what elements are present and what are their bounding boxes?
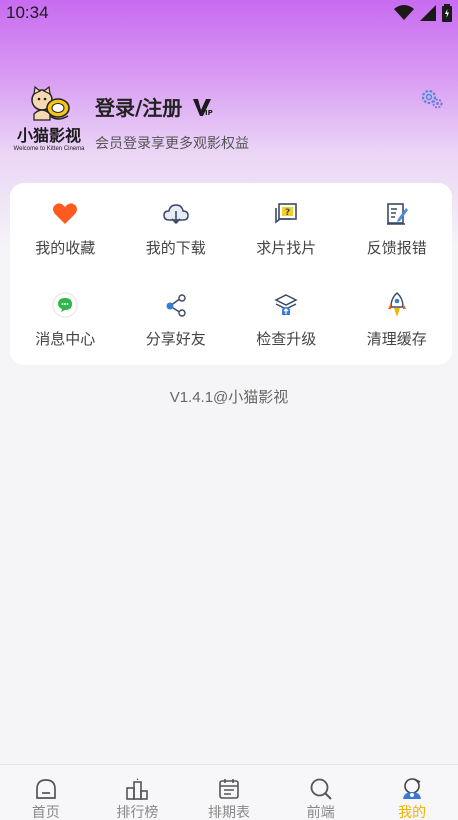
- cloud-download-icon: [162, 204, 189, 225]
- upgrade-icon: [274, 294, 298, 315]
- svg-text:IP: IP: [205, 109, 213, 117]
- settings-gear-icon[interactable]: [420, 88, 444, 110]
- tab-label: 前端: [306, 805, 335, 820]
- menu-item-request-movie[interactable]: ? 求片找片: [231, 183, 342, 274]
- menu-item-label: 我的收藏: [35, 239, 96, 257]
- menu-item-downloads[interactable]: 我的下载: [121, 183, 232, 274]
- tab-label: 首页: [31, 805, 60, 820]
- menu-item-favorites[interactable]: 我的收藏: [10, 183, 121, 274]
- menu-item-label: 反馈报错: [366, 239, 427, 257]
- heart-icon: [53, 203, 78, 224]
- share-icon: [166, 294, 186, 317]
- profile-icon: [403, 778, 422, 799]
- ranking-icon: [126, 778, 149, 800]
- menu-item-share[interactable]: 分享好友: [121, 274, 232, 365]
- battery-icon: [442, 4, 452, 22]
- svg-text:?: ?: [285, 208, 290, 218]
- menu-item-feedback[interactable]: 反馈报错: [342, 183, 453, 274]
- tab-home[interactable]: 首页: [0, 765, 92, 820]
- signal-icon: [420, 5, 436, 21]
- message-bubble-icon: [52, 292, 78, 318]
- user-profile[interactable]: 小猫影视 Welcome to Kitten Cinema 登录/注册 IP 会…: [14, 86, 249, 153]
- cat-mascot-icon: [31, 86, 70, 121]
- vip-icon: IP: [193, 98, 213, 117]
- tab-mine[interactable]: 我的: [366, 765, 458, 820]
- wifi-icon: [394, 5, 414, 20]
- app-logo: 小猫影视 Welcome to Kitten Cinema: [14, 86, 84, 152]
- menu-item-messages[interactable]: 消息中心: [10, 274, 121, 365]
- menu-item-clear-cache[interactable]: 清理缓存: [342, 274, 453, 365]
- menu-item-label: 我的下载: [145, 239, 206, 257]
- login-register-link[interactable]: 登录/注册: [95, 92, 182, 121]
- feedback-edit-icon: [386, 203, 408, 225]
- status-time: 10:34: [6, 3, 49, 22]
- menu-item-label: 检查升级: [256, 330, 317, 348]
- search-icon: [310, 778, 332, 800]
- tab-schedule[interactable]: 排期表: [183, 765, 275, 820]
- tab-label: 排行榜: [116, 805, 159, 820]
- rocket-icon: [387, 292, 406, 317]
- member-benefits-text: 会员登录享更多观影权益: [95, 136, 249, 152]
- tab-ranking[interactable]: 排行榜: [92, 765, 184, 820]
- menu-item-label: 分享好友: [145, 330, 206, 348]
- feature-menu-card: 我的收藏 我的下载 ? 求片找片 反馈报错 消息中心 分享好友 检查升级 清理缓…: [10, 183, 452, 365]
- version-text: V1.4.1@小猫影视: [169, 389, 289, 406]
- tab-frontend[interactable]: 前端: [275, 765, 367, 820]
- menu-item-label: 清理缓存: [366, 330, 427, 348]
- question-message-icon: ?: [275, 203, 298, 224]
- tab-label: 排期表: [207, 805, 250, 820]
- home-icon: [35, 779, 56, 799]
- tab-label: 我的: [398, 805, 427, 820]
- logo-subtitle: Welcome to Kitten Cinema: [13, 146, 85, 152]
- calendar-icon: [219, 779, 239, 799]
- bottom-tab-bar: 首页 排行榜 排期表 前端 我的: [0, 764, 458, 820]
- status-bar: 10:34: [0, 0, 458, 26]
- menu-item-label: 消息中心: [35, 330, 96, 348]
- menu-item-check-update[interactable]: 检查升级: [231, 274, 342, 365]
- menu-item-label: 求片找片: [256, 239, 317, 257]
